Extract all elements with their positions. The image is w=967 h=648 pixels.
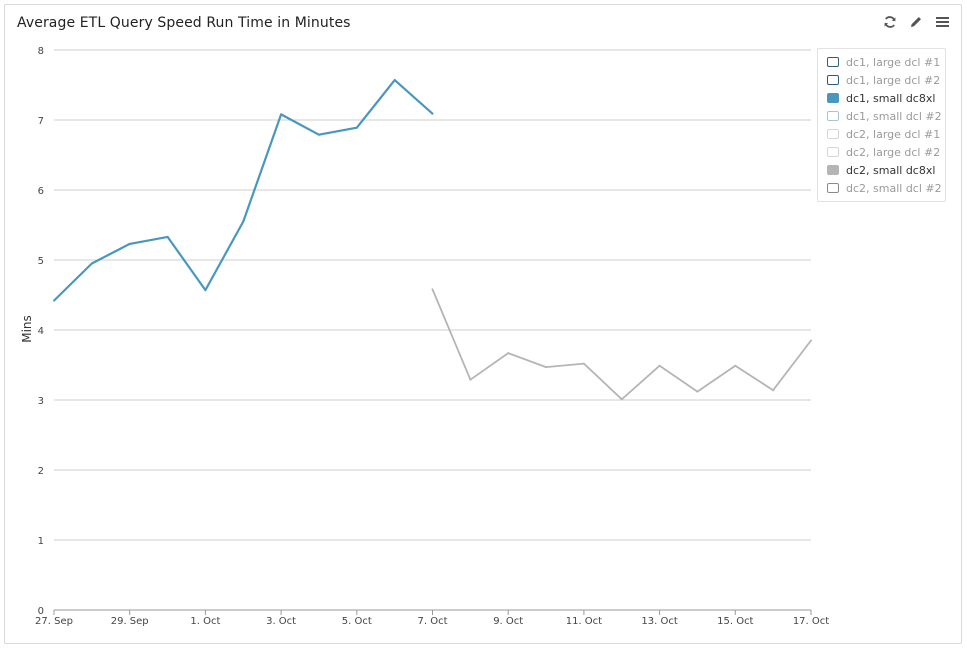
legend-item[interactable]: dc1, small dcl #2 [818,107,945,125]
legend-swatch [827,57,839,67]
legend-label: dc2, small dc8xl [846,163,936,177]
legend-swatch [827,111,839,121]
legend-label: dc2, large dcl #2 [846,145,941,159]
data-point[interactable] [128,242,131,245]
y-axis-ticks: 012345678 [38,46,44,617]
y-tick-label: 3 [38,396,44,407]
series-lines [53,78,812,401]
x-tick-label: 5. Oct [342,616,372,627]
x-tick-label: 13. Oct [641,616,677,627]
data-point[interactable] [507,352,510,355]
data-point[interactable] [469,378,472,381]
legend-swatch [827,75,839,85]
legend-item[interactable]: dc2, small dcl #2 [818,179,945,197]
data-point[interactable] [734,364,737,367]
x-tick-label: 1. Oct [190,616,220,627]
legend-label: dc1, large dcl #2 [846,73,941,87]
x-tick-label: 29. Sep [111,616,149,627]
x-tick-label: 3. Oct [266,616,296,627]
legend-label: dc1, large dcl #1 [846,55,941,69]
data-point[interactable] [696,390,699,393]
y-tick-label: 5 [38,256,44,267]
data-point[interactable] [658,364,661,367]
legend-swatch [827,183,839,193]
legend-swatch [827,147,839,157]
data-point[interactable] [53,299,55,302]
data-point[interactable] [317,133,320,136]
data-point[interactable] [280,113,283,116]
y-tick-label: 1 [38,536,44,547]
data-point[interactable] [431,112,434,115]
data-point[interactable] [204,289,207,292]
legend-swatch [827,165,839,175]
legend-label: dc1, small dc8xl [846,91,936,105]
legend-item[interactable]: dc2, large dcl #2 [818,143,945,161]
legend-label: dc2, large dcl #1 [846,127,941,141]
y-axis-label: Mins [20,315,34,343]
data-point[interactable] [545,366,548,369]
legend-item[interactable]: dc2, large dcl #1 [818,125,945,143]
legend-item[interactable]: dc2, small dc8xl [818,161,945,179]
data-point[interactable] [242,220,245,223]
legend-item[interactable]: dc1, large dcl #1 [818,53,945,71]
x-tick-label: 27. Sep [35,616,73,627]
data-point[interactable] [772,389,775,392]
legend: dc1, large dcl #1 dc1, large dcl #2 dc1, s… [817,48,946,202]
data-point[interactable] [582,362,585,365]
x-tick-label: 15. Oct [717,616,753,627]
x-tick-label: 7. Oct [417,616,447,627]
legend-item[interactable]: dc1, small dc8xl [818,89,945,107]
y-tick-label: 2 [38,466,44,477]
data-point[interactable] [620,398,623,401]
legend-label: dc2, small dcl #2 [846,181,942,195]
x-tick-label: 9. Oct [493,616,523,627]
x-tick-label: 11. Oct [566,616,602,627]
x-axis-ticks: 27. Sep 29. Sep 1. Oct 3. Oct 5. Oct 7. Oct 9.… [35,610,829,627]
x-tick-label: 17. Oct [793,616,829,627]
series-line-1[interactable] [431,289,812,401]
legend-item[interactable]: dc1, large dcl #2 [818,71,945,89]
y-tick-label: 7 [38,116,44,127]
data-point[interactable] [355,126,358,129]
y-tick-label: 4 [38,326,44,337]
y-tick-label: 8 [38,46,44,57]
data-point[interactable] [166,235,169,238]
data-point[interactable] [393,79,396,82]
data-point[interactable] [431,288,434,291]
gridlines [54,49,811,611]
legend-label: dc1, small dcl #2 [846,109,942,123]
data-point[interactable] [810,339,812,342]
legend-swatch [827,129,839,139]
data-point[interactable] [90,262,93,265]
y-tick-label: 6 [38,186,44,197]
legend-swatch [827,93,839,103]
